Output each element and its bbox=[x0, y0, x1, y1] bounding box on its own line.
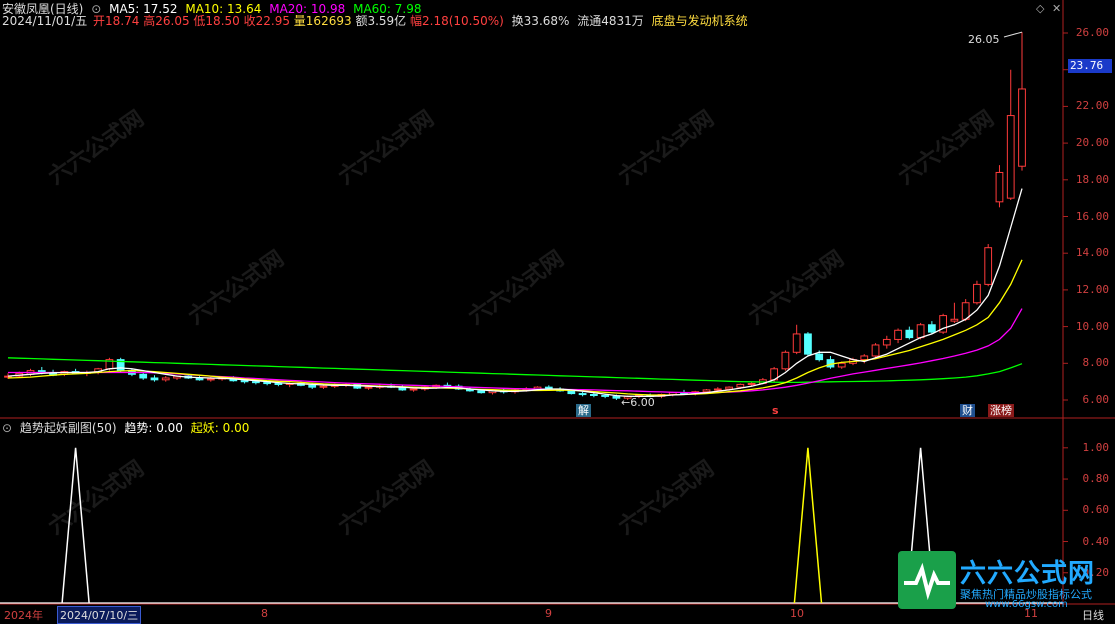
brand-name: 六六公式网 bbox=[960, 559, 1096, 589]
date-label: 2024/11/01/五 bbox=[2, 14, 88, 28]
marker-jie[interactable]: 解 bbox=[576, 404, 591, 417]
sub-tick-label: 0.80 bbox=[1082, 472, 1110, 486]
system-label: 底盘与发动机系统 bbox=[651, 14, 748, 28]
candle-body bbox=[1006, 115, 1015, 199]
ma60-line bbox=[7, 357, 1023, 384]
candle-body bbox=[319, 385, 328, 388]
price-tick-label: 12.00 bbox=[1075, 282, 1109, 296]
candle-body bbox=[837, 362, 846, 368]
price-tick-label: 16.00 bbox=[1075, 209, 1109, 223]
sub-tick-label: 0.40 bbox=[1082, 534, 1110, 548]
candle-body bbox=[567, 390, 576, 395]
settings-icon[interactable]: ◇ bbox=[1036, 2, 1044, 15]
ma20-line bbox=[8, 308, 1023, 394]
high-annotation: 26.05 bbox=[968, 33, 1000, 46]
candle-body bbox=[409, 388, 418, 391]
marker-cai[interactable]: 财 bbox=[960, 404, 975, 417]
marker-s[interactable]: s bbox=[770, 404, 781, 417]
candle-body bbox=[984, 247, 993, 285]
high-label: 高26.05 bbox=[143, 14, 190, 28]
candle-body bbox=[815, 353, 824, 361]
candle-body bbox=[263, 382, 272, 385]
sub-tick-label: 0.60 bbox=[1082, 503, 1110, 517]
subchart-trend: 趋势: 0.00 bbox=[124, 421, 183, 435]
subchart-name[interactable]: 趋势起妖副图(50) bbox=[20, 421, 117, 435]
candle-body bbox=[736, 383, 745, 388]
sub-tick-label: 1.00 bbox=[1082, 440, 1110, 454]
candle-body bbox=[747, 382, 756, 385]
candle-body bbox=[894, 329, 902, 340]
candle-body bbox=[995, 171, 1004, 203]
price-tick-label: 20.00 bbox=[1075, 136, 1109, 150]
candle-body bbox=[725, 386, 733, 390]
month-9: 9 bbox=[545, 607, 552, 620]
candle-body bbox=[161, 377, 170, 381]
price-tick-label: 18.00 bbox=[1075, 172, 1109, 186]
low-label: 低18.50 bbox=[193, 14, 240, 28]
brand-logo-icon bbox=[898, 551, 956, 609]
subchart-qiyao: 起妖: 0.00 bbox=[190, 421, 250, 435]
low-annotation: ←6.00 bbox=[621, 396, 655, 409]
price-tick-label: 22.00 bbox=[1075, 99, 1109, 113]
volume-label: 量162693 bbox=[293, 14, 352, 28]
year-label: 2024年 bbox=[4, 609, 43, 622]
quote-header: 2024/11/01/五 开18.74 高26.05 低18.50 收22.95… bbox=[2, 14, 752, 28]
candle-body bbox=[950, 318, 959, 322]
candle-body bbox=[1018, 88, 1026, 167]
candle-body bbox=[916, 324, 925, 339]
current-price-tag: 23.76 bbox=[1068, 59, 1112, 73]
month-10: 10 bbox=[790, 607, 804, 620]
float-label: 流通4831万 bbox=[577, 14, 644, 28]
candle-body bbox=[860, 355, 869, 361]
marker-zhangbang[interactable]: 涨榜 bbox=[988, 404, 1014, 417]
price-tick-label: 8.00 bbox=[1082, 356, 1110, 370]
cursor-date: 2024/07/10/三 bbox=[57, 606, 142, 624]
candle-body bbox=[589, 393, 598, 396]
price-tick-label: 6.00 bbox=[1082, 393, 1110, 406]
candle-body bbox=[308, 384, 317, 388]
candle-body bbox=[206, 378, 215, 381]
candle-body bbox=[702, 389, 711, 393]
low-annotation-value: 6.00 bbox=[630, 396, 655, 409]
main-price-chart[interactable] bbox=[0, 0, 1115, 622]
candle-body bbox=[150, 377, 159, 381]
sub-spike bbox=[793, 447, 823, 604]
price-tick-label: 14.00 bbox=[1075, 246, 1109, 260]
candle-body bbox=[804, 333, 812, 355]
change-label: 幅2.18(10.50%) bbox=[410, 14, 504, 28]
brand-url: www.66gsw.com bbox=[985, 599, 1068, 610]
period-label[interactable]: 日线 bbox=[1082, 607, 1104, 623]
close-icon[interactable]: ✕ bbox=[1052, 2, 1061, 15]
candle-body bbox=[905, 329, 914, 339]
candle-body bbox=[882, 338, 891, 346]
candle-body bbox=[792, 333, 801, 353]
candle-body bbox=[477, 390, 486, 394]
candle-body bbox=[274, 382, 283, 385]
candle-body bbox=[251, 381, 260, 384]
candle-body bbox=[364, 386, 373, 389]
candle-body bbox=[139, 373, 148, 379]
subchart-dropdown-icon[interactable]: ⊙ bbox=[2, 421, 12, 435]
candle-body bbox=[927, 324, 936, 333]
candle-body bbox=[612, 395, 621, 399]
candle-body bbox=[781, 351, 790, 370]
candle-body bbox=[973, 283, 981, 304]
price-tick-label: 10.00 bbox=[1075, 319, 1109, 333]
candle-body bbox=[871, 344, 880, 357]
candle-body bbox=[240, 380, 249, 383]
candle-body bbox=[601, 394, 610, 397]
open-label: 开18.74 bbox=[93, 14, 140, 28]
amount-label: 额3.59亿 bbox=[355, 14, 407, 28]
candle-body bbox=[713, 388, 722, 391]
close-label: 收22.95 bbox=[243, 14, 290, 28]
high-arrow bbox=[1003, 31, 1023, 38]
month-8: 8 bbox=[261, 607, 268, 620]
price-tick-label: 26.00 bbox=[1075, 26, 1109, 39]
candle-body bbox=[578, 393, 587, 396]
subchart-header: ⊙ 趋势起妖副图(50) 趋势: 0.00 起妖: 0.00 bbox=[2, 421, 253, 435]
turnover-label: 换33.68% bbox=[511, 14, 570, 28]
